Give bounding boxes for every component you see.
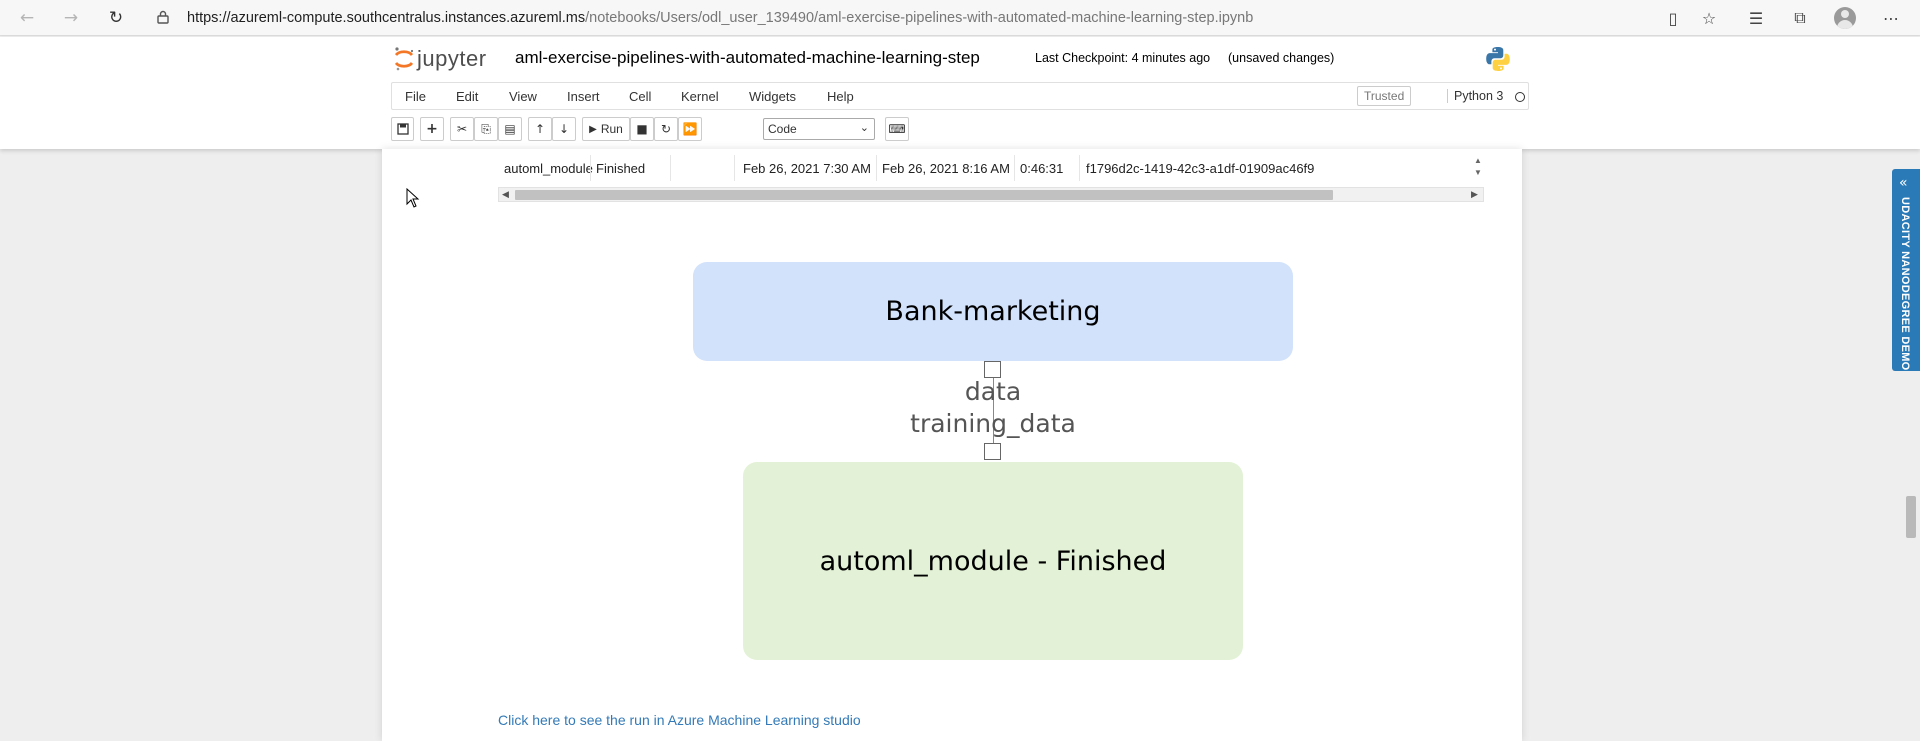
step-node-label: automl_module - Finished: [819, 545, 1167, 577]
scroll-left-icon[interactable]: ◀: [502, 189, 509, 200]
favorites-list-icon[interactable]: ☰: [1745, 7, 1767, 29]
jupyter-logo-icon: [394, 47, 414, 71]
copy-icon[interactable]: ⎘: [474, 117, 498, 141]
floppy-disk-icon: [396, 123, 409, 135]
kernel-idle-indicator-icon: [1515, 92, 1525, 102]
restart-kernel-icon[interactable]: ↻: [654, 117, 678, 141]
insert-cell-below-icon[interactable]: +: [420, 117, 444, 141]
azure-ml-studio-link[interactable]: Click here to see the run in Azure Machi…: [498, 712, 861, 728]
column-divider: [734, 155, 735, 181]
edge-label-output: data: [964, 377, 1022, 406]
menu-edit[interactable]: Edit: [456, 89, 478, 104]
favorite-star-icon[interactable]: ☆: [1698, 7, 1720, 29]
play-icon: ▶: [589, 123, 597, 135]
paste-icon[interactable]: ▤: [498, 117, 522, 141]
move-up-icon[interactable]: ↑: [528, 117, 552, 141]
more-menu-icon[interactable]: ⋯: [1880, 7, 1902, 29]
address-bar[interactable]: https://azureml-compute.southcentralus.i…: [187, 10, 1253, 26]
edge-label-input: training_data: [910, 409, 1076, 438]
run-details-table: automl_module Finished Feb 26, 2021 7:30…: [498, 155, 1470, 181]
table-cell-step-name: automl_module: [504, 161, 593, 176]
scrollbar-thumb[interactable]: [515, 190, 1333, 200]
column-divider: [670, 155, 671, 181]
lock-icon[interactable]: [157, 10, 169, 24]
dataset-node-label: Bank-marketing: [885, 296, 1101, 327]
menu-widgets[interactable]: Widgets: [749, 89, 796, 104]
profile-avatar[interactable]: [1834, 7, 1856, 29]
output-port[interactable]: [984, 361, 1001, 378]
double-chevron-left-icon: «: [1899, 175, 1908, 191]
notebook-title[interactable]: aml-exercise-pipelines-with-automated-ma…: [515, 48, 980, 68]
save-icon[interactable]: [391, 117, 414, 141]
table-horizontal-scrollbar[interactable]: ◀ ▶: [498, 187, 1484, 202]
menu-kernel[interactable]: Kernel: [681, 89, 719, 104]
interrupt-kernel-icon[interactable]: ■: [630, 117, 654, 141]
trusted-badge[interactable]: Trusted: [1357, 86, 1412, 106]
pipeline-node-step[interactable]: automl_module - Finished: [743, 462, 1243, 660]
menu-file[interactable]: File: [405, 89, 426, 104]
table-cell-start-time: Feb 26, 2021 7:30 AM: [743, 161, 871, 176]
column-divider: [590, 155, 591, 181]
jupyter-logo-text: jupyter: [417, 46, 487, 71]
menu-view[interactable]: View: [509, 89, 537, 104]
column-divider: [1079, 155, 1080, 181]
column-divider: [1014, 155, 1015, 181]
unsaved-status: (unsaved changes): [1228, 51, 1335, 65]
restart-run-all-icon[interactable]: ⏩: [678, 117, 702, 141]
url-host: https://azureml-compute.southcentralus.i…: [187, 10, 586, 26]
side-panel-label: UDACITY NANODEGREE DEMO: [1899, 197, 1911, 371]
table-vertical-scrollbar[interactable]: ▲ ▼: [1472, 155, 1484, 181]
collections-icon[interactable]: ⧉: [1789, 7, 1811, 29]
run-button[interactable]: ▶ Run: [582, 117, 630, 141]
notebook-menubar: File Edit View Insert Cell Kernel Widget…: [391, 82, 1529, 110]
run-label: Run: [600, 122, 623, 136]
notebook-output-area: automl_module Finished Feb 26, 2021 7:30…: [382, 149, 1522, 741]
browser-toolbar: ← → ↻ https://azureml-compute.southcentr…: [0, 0, 1920, 36]
python-logo-icon: [1486, 47, 1510, 71]
refresh-icon[interactable]: ↻: [104, 6, 128, 30]
page-scrollbar-thumb[interactable]: [1906, 496, 1916, 538]
reader-view-icon[interactable]: ▯: [1662, 7, 1684, 29]
checkpoint-status: Last Checkpoint: 4 minutes ago: [1035, 51, 1211, 65]
jupyter-header: jupyter aml-exercise-pipelines-with-auto…: [0, 37, 1920, 149]
pipeline-node-dataset[interactable]: Bank-marketing: [693, 262, 1293, 361]
back-icon[interactable]: ←: [15, 6, 39, 30]
table-cell-duration: 0:46:31: [1020, 161, 1064, 176]
input-port[interactable]: [984, 443, 1001, 460]
cut-icon[interactable]: ✂: [450, 117, 474, 141]
udacity-side-panel-tab[interactable]: « UDACITY NANODEGREE DEMO: [1892, 169, 1920, 371]
cell-type-select[interactable]: Code ⌄: [763, 118, 875, 140]
chevron-down-icon: ⌄: [859, 122, 869, 134]
menu-insert[interactable]: Insert: [567, 89, 600, 104]
jupyter-logo[interactable]: jupyter: [393, 45, 487, 73]
table-cell-end-time: Feb 26, 2021 8:16 AM: [882, 161, 1010, 176]
url-path: /notebooks/Users/odl_user_139490/aml-exe…: [585, 10, 1254, 26]
move-down-icon[interactable]: ↓: [552, 117, 576, 141]
command-palette-keyboard-icon[interactable]: ⌨: [885, 117, 909, 141]
kernel-name[interactable]: Python 3: [1447, 89, 1503, 103]
scroll-right-icon[interactable]: ▶: [1471, 189, 1478, 200]
cell-type-value: Code: [768, 122, 797, 136]
menu-help[interactable]: Help: [827, 89, 854, 104]
menu-cell[interactable]: Cell: [629, 89, 651, 104]
table-cell-status: Finished: [596, 161, 646, 176]
mouse-pointer-icon: [406, 188, 420, 208]
table-cell-run-id: f1796d2c-1419-42c3-a1df-01909ac46f9: [1086, 161, 1315, 176]
column-divider: [876, 155, 877, 181]
forward-icon[interactable]: →: [59, 6, 83, 30]
